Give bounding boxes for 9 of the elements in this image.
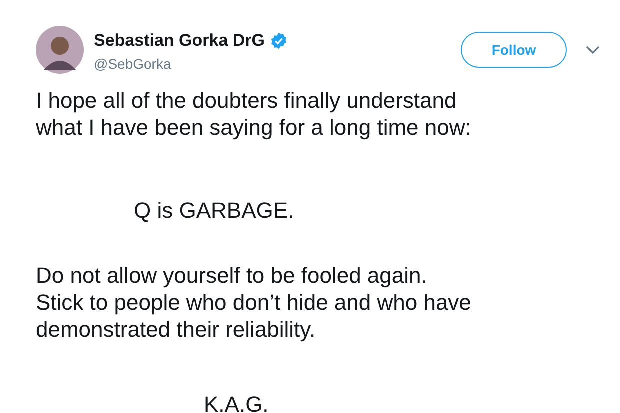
- tweet-text: K.A.G.: [203, 391, 270, 413]
- tweet-text: Do not allow yourself to be fooled again. Stick to people who don’t hide and who have demonstrated their reliability.: [36, 262, 472, 343]
- tweet-text: I hope all of the doubters finally understand what I have been saying for a long time now:: [36, 87, 472, 141]
- avatar[interactable]: [36, 26, 84, 74]
- chevron-down-icon[interactable]: [586, 46, 600, 54]
- display-name[interactable]: Sebastian Gorka DrG: [94, 30, 266, 52]
- follow-button[interactable]: Follow: [461, 32, 567, 68]
- tweet-text: Q is GARBAGE.: [133, 197, 296, 224]
- user-handle[interactable]: @SebGorka: [94, 54, 288, 75]
